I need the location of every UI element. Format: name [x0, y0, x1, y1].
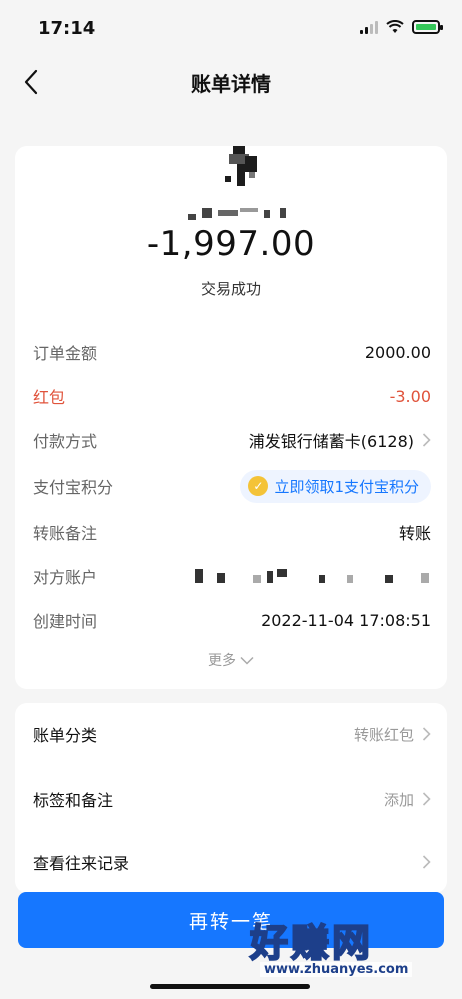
row-tags-and-notes[interactable]: 标签和备注 添加 — [33, 786, 431, 812]
detail-value: 转账 — [398, 524, 431, 543]
nav-bar: 账单详情 — [0, 56, 462, 106]
counterparty-name-masked — [188, 204, 293, 220]
row-label: 查看往来记录 — [33, 854, 130, 873]
row-value: 转账红包 — [353, 725, 414, 744]
status-time: 17:14 — [38, 18, 96, 39]
claim-points-button[interactable]: ✓ 立即领取1支付宝积分 — [240, 469, 431, 503]
detail-row-created-time: 创建时间 2022-11-04 17:08:51 — [33, 608, 431, 632]
claim-points-label: 立即领取1支付宝积分 — [274, 477, 419, 496]
more-label: 更多 — [208, 653, 236, 669]
detail-row-payment-method[interactable]: 付款方式 浦发银行储蓄卡(6128) — [33, 428, 431, 452]
detail-row-order-amount: 订单金额 2000.00 — [33, 340, 431, 364]
row-label: 标签和备注 — [33, 791, 114, 810]
chevron-right-icon — [422, 792, 431, 806]
signal-icon — [360, 20, 378, 34]
detail-label: 红包 — [33, 388, 66, 407]
detail-row-alipay-points: 支付宝积分 ✓ 立即领取1支付宝积分 — [33, 469, 431, 503]
detail-label: 付款方式 — [33, 432, 98, 451]
detail-row-red-packet: 红包 -3.00 — [33, 384, 431, 408]
detail-row-transfer-note: 转账备注 转账 — [33, 520, 431, 544]
detail-value: -3.00 — [389, 386, 431, 406]
transaction-amount: -1,997.00 — [146, 224, 316, 264]
detail-label: 对方账户 — [33, 568, 98, 587]
status-bar: 17:14 — [0, 0, 462, 56]
more-button[interactable]: 更多 — [15, 650, 447, 670]
detail-label: 创建时间 — [33, 612, 98, 631]
detail-label: 支付宝积分 — [33, 478, 114, 497]
counterparty-account-masked — [195, 569, 431, 583]
points-coin-icon: ✓ — [248, 476, 269, 496]
chevron-right-icon — [422, 433, 431, 447]
row-value: 添加 — [383, 790, 414, 809]
battery-icon — [412, 20, 443, 34]
chevron-right-icon — [422, 855, 431, 869]
detail-value: 2000.00 — [364, 342, 431, 362]
detail-value: 浦发银行储蓄卡(6128) — [248, 432, 414, 451]
detail-label: 转账备注 — [33, 524, 98, 543]
transaction-status: 交易成功 — [200, 280, 261, 298]
row-bill-category[interactable]: 账单分类 转账红包 — [33, 721, 431, 747]
detail-value: 2022-11-04 17:08:51 — [261, 610, 431, 630]
detail-label: 订单金额 — [33, 344, 98, 363]
detail-row-counterparty-account: 对方账户 — [33, 564, 431, 588]
avatar — [223, 146, 269, 192]
transfer-again-button[interactable]: 再转一笔 — [18, 892, 444, 948]
wifi-icon — [386, 20, 404, 33]
status-icons — [360, 20, 443, 34]
row-label: 账单分类 — [33, 726, 98, 745]
home-indicator[interactable] — [150, 984, 310, 989]
watermark-url: www.zhuanyes.com — [260, 962, 413, 977]
bill-actions-card: 账单分类 转账红包 标签和备注 添加 查看往来记录 — [15, 703, 447, 893]
row-view-history[interactable]: 查看往来记录 — [33, 849, 431, 875]
chevron-right-icon — [422, 727, 431, 741]
page-title: 账单详情 — [191, 72, 271, 96]
bill-detail-card: -1,997.00 交易成功 订单金额 2000.00 红包 -3.00 付款方… — [15, 146, 447, 689]
chevron-down-icon — [240, 656, 254, 665]
